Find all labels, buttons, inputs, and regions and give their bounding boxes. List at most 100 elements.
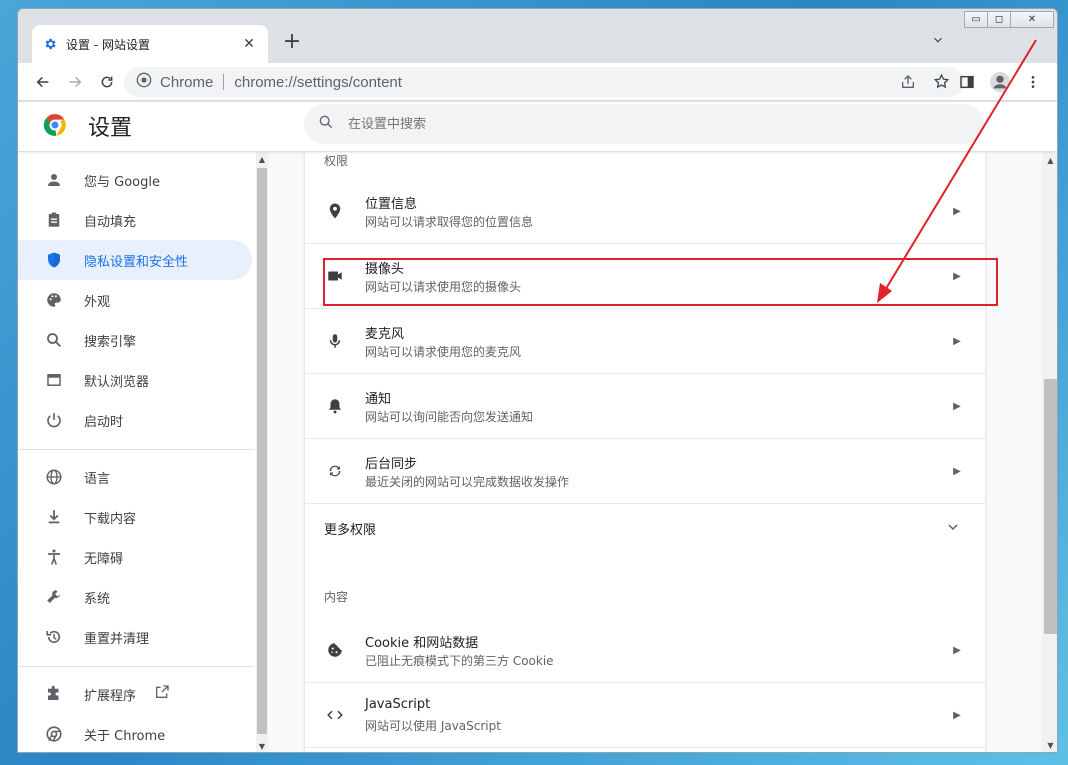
chrome-logo-icon [42, 112, 66, 136]
sidebar-item-languages[interactable]: 语言 [18, 457, 252, 497]
chevron-right-icon: ▶ [953, 465, 961, 477]
setting-row-background-sync[interactable]: 后台同步 最近关闭的网站可以完成数据收发操作 ▶ [305, 439, 985, 504]
sidebar-item-label: 下载内容 [84, 511, 137, 527]
section-label-content: 内容 [324, 590, 349, 604]
new-tab-button[interactable]: + [280, 31, 304, 55]
globe-icon [44, 467, 64, 487]
sidebar-item-extensions[interactable]: 扩展程序 [18, 674, 252, 714]
minimize-button[interactable]: ▭ [964, 11, 988, 28]
setting-row-notifications[interactable]: 通知 网站可以询问能否向您发送通知 ▶ [305, 374, 985, 439]
setting-row-microphone[interactable]: 麦克风 网站可以请求使用您的麦克风 ▶ [305, 309, 985, 374]
sidebar-item-search-engine[interactable]: 搜索引擎 [18, 320, 252, 360]
sidebar-item-default-browser[interactable]: 默认浏览器 [18, 360, 252, 400]
close-icon[interactable]: ✕ [240, 36, 258, 52]
window-close-button[interactable]: ✕ [1010, 11, 1054, 28]
sidebar-item-label: 扩展程序 [84, 688, 137, 704]
row-title: 通知 [365, 392, 392, 407]
search-input[interactable] [348, 116, 848, 132]
clipboard-icon [44, 210, 64, 230]
sync-icon [325, 461, 345, 481]
chevron-down-icon [945, 519, 965, 539]
window-controls: ▭ ◻ ✕ [964, 11, 1054, 28]
microphone-icon [325, 331, 345, 351]
row-subtitle: 网站可以请求取得您的位置信息 [365, 215, 534, 229]
sidebar-item-about-chrome[interactable]: 关于 Chrome [18, 714, 252, 752]
browser-icon [44, 370, 64, 390]
chevron-right-icon: ▶ [953, 644, 961, 656]
puzzle-icon [44, 684, 64, 704]
setting-row-location[interactable]: 位置信息 网站可以请求取得您的位置信息 ▶ [305, 179, 985, 244]
chevron-down-icon[interactable] [928, 33, 948, 53]
site-label: Chrome [160, 73, 214, 91]
code-icon [325, 705, 345, 725]
row-title: 麦克风 [365, 327, 405, 342]
side-panel-icon[interactable] [954, 69, 980, 95]
setting-row-javascript[interactable]: JavaScript 网站可以使用 JavaScript ▶ [305, 683, 985, 748]
sidebar-item-downloads[interactable]: 下载内容 [18, 497, 252, 537]
row-title: 位置信息 [365, 197, 418, 212]
forward-arrow-icon[interactable] [62, 69, 88, 95]
scroll-up-arrow-icon[interactable]: ▲ [256, 155, 268, 164]
sidebar-divider [18, 449, 254, 450]
sidebar-item-label: 启动时 [84, 414, 124, 430]
settings-search-box[interactable] [304, 104, 984, 144]
share-icon[interactable] [900, 74, 916, 94]
chrome-icon [44, 724, 64, 744]
sidebar-item-label: 自动填充 [84, 214, 137, 230]
sidebar-item-system[interactable]: 系统 [18, 577, 252, 617]
scroll-down-arrow-icon[interactable]: ▼ [256, 742, 268, 751]
tab-settings[interactable]: 设置 - 网站设置 ✕ [32, 25, 268, 63]
star-icon[interactable] [933, 73, 950, 94]
address-bar[interactable]: Chrome chrome://settings/content [124, 67, 964, 97]
back-arrow-icon[interactable] [30, 69, 56, 95]
more-vert-icon[interactable] [1020, 69, 1046, 95]
sidebar-item-label: 搜索引擎 [84, 334, 137, 350]
person-icon [44, 170, 64, 190]
sidebar-item-appearance[interactable]: 外观 [18, 280, 252, 320]
settings-header: 设置 [18, 102, 1057, 152]
sidebar-item-label: 外观 [84, 294, 111, 310]
scroll-up-arrow-icon[interactable]: ▲ [1042, 156, 1057, 165]
power-icon [44, 410, 64, 430]
row-subtitle: 网站可以请求使用您的麦克风 [365, 345, 522, 359]
sidebar-item-privacy[interactable]: 隐私设置和安全性 [18, 240, 252, 280]
profile-avatar-icon[interactable] [987, 69, 1013, 95]
cookie-icon [325, 640, 345, 660]
open-in-new-icon [154, 684, 170, 704]
sidebar-item-autofill[interactable]: 自动填充 [18, 200, 252, 240]
row-subtitle: 网站可以询问能否向您发送通知 [365, 410, 534, 424]
main-scrollbar[interactable]: ▲ ▼ [1042, 152, 1057, 752]
row-title: 后台同步 [365, 457, 418, 472]
palette-icon [44, 290, 64, 310]
gear-icon [42, 36, 58, 52]
sidebar-item-you-and-google[interactable]: 您与 Google [18, 160, 252, 200]
url-text[interactable]: chrome://settings/content [234, 74, 402, 91]
search-icon [318, 114, 334, 134]
more-permissions-label: 更多权限 [324, 523, 377, 538]
sidebar-scrollbar[interactable]: ▲ ▼ [256, 152, 268, 752]
sidebar-scroll-thumb[interactable] [257, 168, 267, 734]
restore-icon [44, 627, 64, 647]
sidebar-item-label: 您与 Google [84, 174, 160, 190]
shield-icon [44, 250, 64, 270]
reload-icon[interactable] [94, 69, 120, 95]
annotation-highlight-box [323, 258, 998, 306]
browser-window: 设置 - 网站设置 ✕ + ▭ ◻ ✕ Chrome chrome://sett… [17, 8, 1058, 753]
scroll-down-arrow-icon[interactable]: ▼ [1042, 741, 1057, 750]
chrome-site-icon [136, 72, 152, 92]
sidebar-item-on-startup[interactable]: 启动时 [18, 400, 252, 440]
main-scroll-thumb[interactable] [1044, 379, 1057, 634]
chevron-right-icon: ▶ [953, 205, 961, 217]
sidebar-item-accessibility[interactable]: 无障碍 [18, 537, 252, 577]
tab-title: 设置 - 网站设置 [66, 37, 150, 52]
setting-row-cookies[interactable]: Cookie 和网站数据 已阻止无痕模式下的第三方 Cookie ▶ [305, 618, 985, 683]
site-settings-card: 权限 位置信息 网站可以请求取得您的位置信息 ▶ 摄像头 网站可以请求使用您的摄… [305, 152, 985, 752]
sidebar-item-reset[interactable]: 重置并清理 [18, 617, 252, 657]
more-permissions-toggle[interactable]: 更多权限 [305, 505, 985, 553]
maximize-button[interactable]: ◻ [987, 11, 1011, 28]
chevron-right-icon: ▶ [953, 709, 961, 721]
location-pin-icon [325, 201, 345, 221]
chevron-right-icon: ▶ [953, 400, 961, 412]
sidebar-item-label: 系统 [84, 591, 111, 607]
sidebar-item-label: 默认浏览器 [84, 374, 150, 390]
